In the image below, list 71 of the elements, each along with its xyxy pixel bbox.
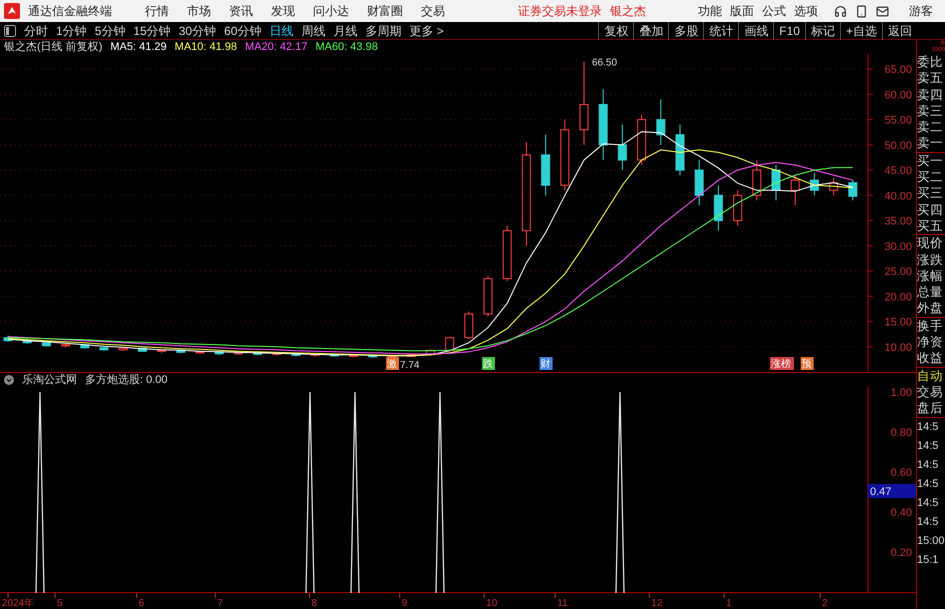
y-tick-label: 0.20 (890, 547, 912, 559)
time-axis-label: 6 (138, 598, 144, 609)
time-axis-label: 12 (651, 598, 662, 609)
quote-label: 卖一 (917, 135, 945, 153)
quote-label: 涨幅 (917, 268, 944, 284)
y-tick-label: 0.40 (890, 507, 912, 519)
trade-time: 14:5 (917, 476, 940, 492)
ma-legend-value: : 41.98 (203, 40, 238, 55)
quote-label: 净资 (917, 334, 944, 350)
time-axis-label: 10 (486, 598, 498, 609)
y-tick-label: 1.00 (890, 387, 912, 399)
y-tick-label: 65.00 (884, 64, 912, 76)
quote-label: 卖二 (917, 119, 944, 136)
ma-legend-name: MA20 (245, 40, 274, 55)
quote-label: 收益 (917, 350, 944, 367)
trade-time: 14:5 (917, 420, 940, 435)
ma-legend-name: MA10 (174, 40, 204, 55)
y-tick-label: 35.00 (884, 216, 912, 228)
quote-label: 换手 (917, 318, 944, 334)
app-name: 通达信金融终端 (28, 3, 112, 20)
time-axis-label: 9 (402, 598, 408, 609)
quote-label: 外盘 (917, 300, 945, 318)
y-tick-label: 15.00 (884, 316, 912, 329)
y-tick-label: 30.00 (884, 240, 912, 253)
ma-legend-name: MA5 (110, 40, 134, 55)
time-axis-label: 2 (822, 598, 828, 609)
quote-label: 卖五 (917, 70, 944, 87)
time-axis-label: 1 (726, 598, 732, 609)
quote-label: 卖三 (917, 102, 944, 120)
quote-label: 委比 (917, 54, 944, 70)
quote-label: 买四 (917, 202, 944, 218)
quote-label: 买三 (917, 185, 944, 202)
cursor-value-label: 0.47 (868, 484, 916, 498)
ma-legend-value: : 41.29 (133, 40, 167, 55)
ma-legend-value: : 42.17 (274, 40, 308, 55)
ma-legend-value: : 43.98 (344, 40, 378, 55)
quote-label: 买二 (917, 169, 944, 186)
trade-time: 14:5 (917, 496, 940, 511)
indicator-value: 多方炮选股: 0.00 (85, 372, 168, 388)
y-tick-label: 60.00 (884, 89, 912, 102)
price-annotation: 7.74 (400, 360, 420, 372)
time-axis-label: 5 (57, 598, 63, 609)
y-tick-label: 55.00 (884, 114, 912, 127)
time-axis-label: 7 (217, 598, 223, 609)
quote-label: 卖四 (917, 86, 944, 103)
price-annotation: 66.50 (592, 58, 618, 69)
quote-label: 总量 (917, 284, 944, 300)
time-axis-label: 8 (311, 598, 317, 609)
y-tick-label: 40.00 (884, 190, 912, 202)
stock-name: 银之杰 (610, 3, 646, 20)
y-tick-label: 25.00 (884, 266, 912, 278)
y-tick-label: 20.00 (884, 291, 912, 304)
trade-time: 14:5 (917, 458, 940, 473)
quote-label: 买五 (917, 218, 945, 236)
y-tick-label: 50.00 (884, 140, 912, 152)
y-tick-label: 0.60 (890, 467, 912, 479)
time-axis-label: 11 (557, 598, 568, 609)
trade-time: 15:00 (917, 534, 945, 549)
trade-time: 14:5 (917, 514, 940, 530)
quote-label: 买一 (917, 152, 944, 170)
quote-label: 现价 (917, 235, 944, 252)
y-tick-label: 45.00 (884, 165, 912, 178)
chart-title: 银之杰(日线 前复权) (4, 40, 102, 55)
quote-label: 涨跌 (917, 252, 944, 268)
y-tick-label: 10.00 (884, 342, 912, 354)
trade-time: 14:5 (917, 438, 940, 454)
ma-legend-name: MA60 (315, 40, 344, 55)
indicator-source: 乐淘公式网 (22, 372, 77, 388)
trade-time: 15:1 (917, 552, 940, 568)
time-axis-label: 2024年 (2, 598, 34, 609)
y-tick-label: 0.80 (890, 427, 912, 439)
